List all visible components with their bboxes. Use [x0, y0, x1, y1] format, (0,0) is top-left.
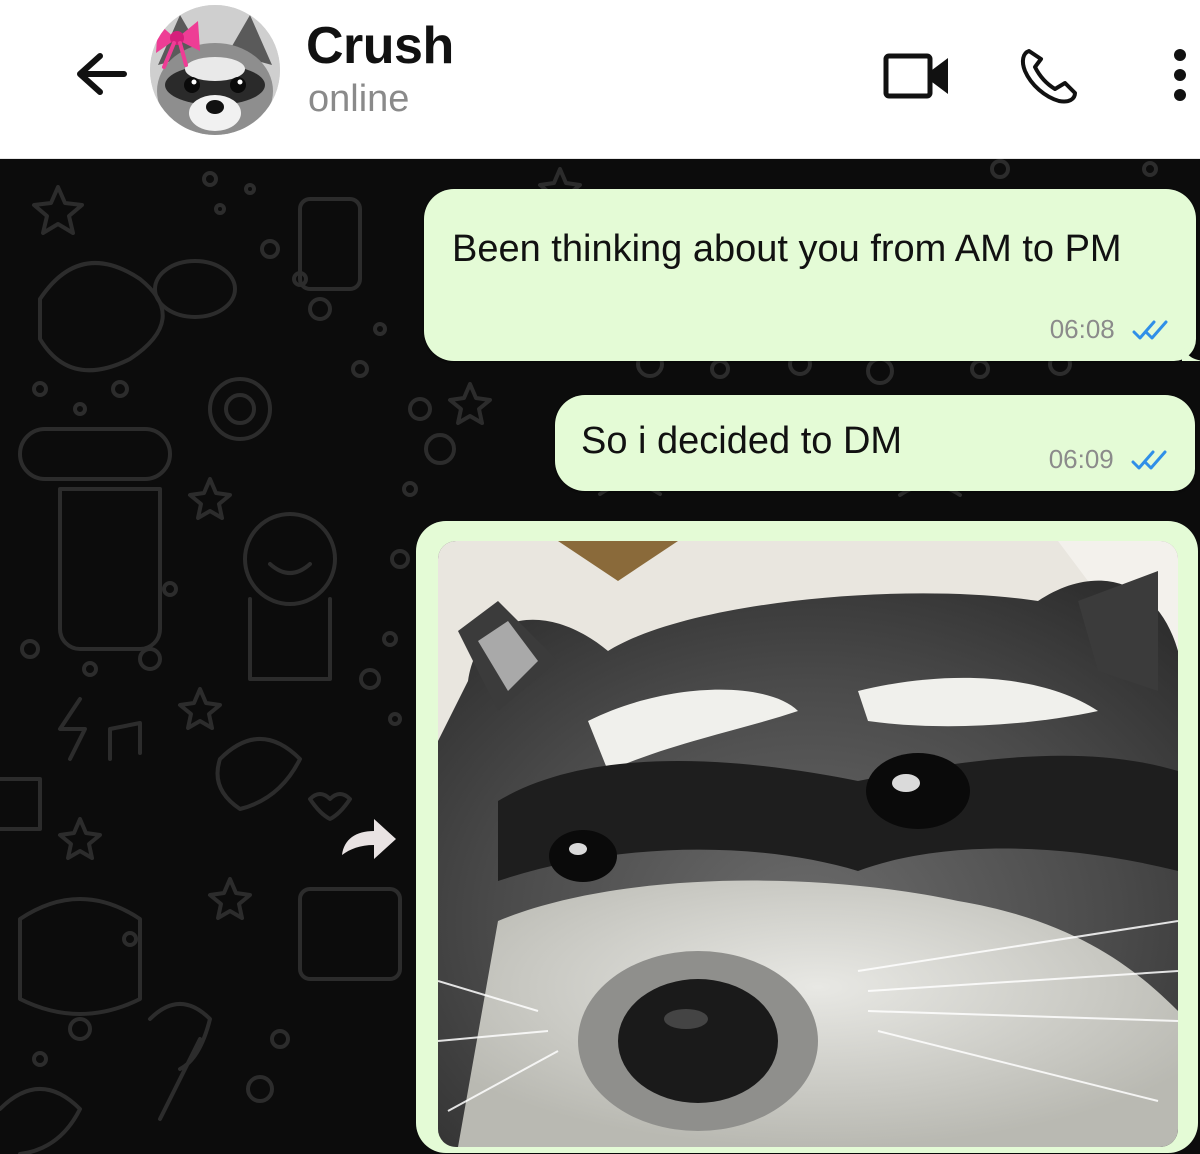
chat-header: Crush online	[0, 0, 1200, 159]
raccoon-avatar-icon	[150, 5, 280, 135]
contact-name[interactable]: Crush	[306, 16, 454, 76]
message-meta: 06:08	[1050, 314, 1170, 345]
image-message[interactable]	[438, 541, 1178, 1147]
voice-call-button[interactable]	[1015, 45, 1085, 107]
contact-status: online	[308, 78, 410, 120]
video-call-button[interactable]	[882, 50, 952, 102]
forward-arrow-icon	[342, 819, 396, 859]
raccoon-photo-icon	[438, 541, 1178, 1147]
read-receipt-icon	[1132, 320, 1168, 340]
back-button[interactable]	[66, 44, 136, 104]
image-message-bubble[interactable]	[416, 521, 1198, 1153]
message-time: 06:09	[1048, 444, 1114, 474]
message-bubble[interactable]: Been thinking about you from AM to PM 06…	[424, 189, 1200, 361]
bubble-tail	[1182, 335, 1200, 361]
avatar[interactable]	[150, 5, 280, 135]
back-arrow-icon	[77, 53, 127, 95]
video-camera-icon	[883, 53, 948, 99]
more-options-button[interactable]	[1160, 45, 1196, 105]
message-time: 06:08	[1049, 314, 1115, 344]
message-text: Been thinking about you from AM to PM	[452, 228, 1122, 270]
message-text: So i decided to DM	[581, 420, 903, 462]
more-vertical-icon	[1174, 49, 1186, 101]
forward-button[interactable]	[330, 809, 406, 869]
read-receipt-icon	[1131, 450, 1167, 470]
message-meta: 06:09	[1049, 444, 1169, 475]
message-bubble[interactable]: So i decided to DM 06:09	[555, 395, 1195, 491]
chat-area[interactable]: Been thinking about you from AM to PM 06…	[0, 159, 1200, 1154]
phone-icon	[1020, 49, 1077, 104]
